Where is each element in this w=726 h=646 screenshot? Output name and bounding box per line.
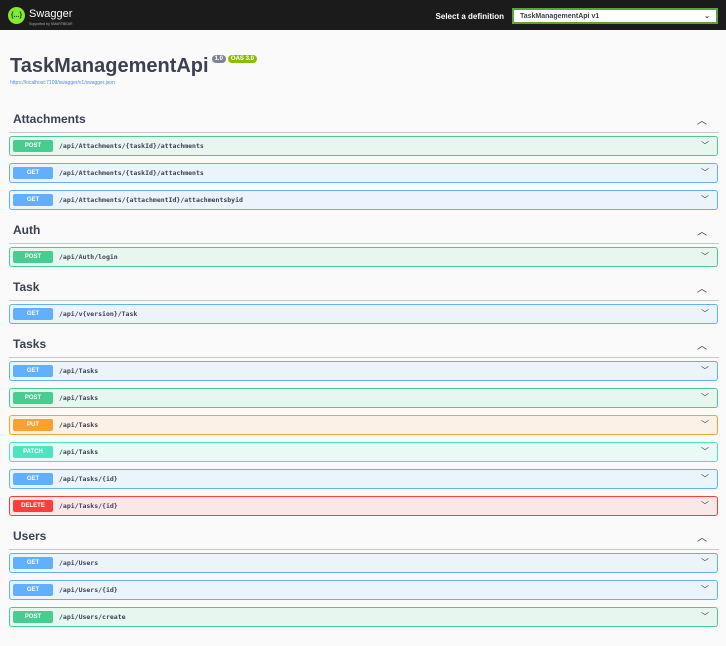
operation-path: /api/Tasks/{id}: [59, 502, 118, 510]
method-badge: GET: [13, 557, 53, 569]
operation-row[interactable]: PUT/api/Tasks ﹀: [9, 415, 718, 435]
method-badge: GET: [13, 584, 53, 596]
chevron-up-icon[interactable]: ︿: [697, 529, 707, 544]
operation-path: /api/Users: [59, 559, 99, 567]
chevron-down-icon[interactable]: ﹀: [701, 365, 709, 376]
operation-path: /api/Tasks: [59, 367, 99, 375]
section-users: Users ︿ GET/api/Users ﹀ GET/api/Users/{id} ﹀ P…: [9, 523, 719, 627]
method-badge: GET: [13, 308, 53, 320]
operation-row[interactable]: POST/api/Tasks ﹀: [9, 388, 718, 408]
chevron-down-icon[interactable]: ﹀: [701, 584, 709, 595]
section-title: Attachments: [13, 112, 86, 126]
chevron-down-icon[interactable]: ﹀: [701, 140, 709, 151]
logo-text: Swagger: [29, 8, 73, 20]
chevron-down-icon[interactable]: ﹀: [701, 167, 709, 178]
section-title: Task: [13, 280, 40, 294]
definition-value: TaskManagementApi v1: [520, 12, 600, 20]
section-auth: Auth ︿ POST/api/Auth/login ﹀: [9, 217, 719, 267]
method-badge: POST: [13, 392, 53, 404]
section-header[interactable]: Auth ︿: [9, 217, 719, 244]
operation-path: /api/Tasks/{id}: [59, 475, 118, 483]
operation-row[interactable]: GET/api/v{version}/Task ﹀: [9, 304, 718, 324]
method-badge: POST: [13, 140, 53, 152]
method-badge: GET: [13, 473, 53, 485]
operation-path: /api/Tasks: [59, 448, 99, 456]
operation-row[interactable]: POST/api/Users/create ﹀: [9, 607, 718, 627]
operation-path: /api/v{version}/Task: [59, 310, 138, 318]
chevron-down-icon[interactable]: ﹀: [701, 473, 709, 484]
section-task: Task ︿ GET/api/v{version}/Task ﹀: [9, 274, 719, 324]
operation-row[interactable]: POST/api/Attachments/{taskId}/attachment…: [9, 136, 718, 156]
chevron-down-icon[interactable]: ﹀: [701, 392, 709, 403]
operation-path: /api/Users/{id}: [59, 586, 118, 594]
operation-row[interactable]: POST/api/Auth/login ﹀: [9, 247, 718, 267]
operation-path: /api/Attachments/{taskId}/attachments: [59, 142, 204, 150]
section-title: Tasks: [13, 337, 47, 351]
operation-row[interactable]: GET/api/Attachments/{attachmentId}/attac…: [9, 190, 718, 210]
section-title: Users: [13, 529, 47, 543]
method-badge: PATCH: [13, 446, 53, 458]
method-badge: GET: [13, 194, 53, 206]
operations-list: Attachments ︿ POST/api/Attachments/{taskId…: [0, 86, 726, 627]
definition-select[interactable]: TaskManagementApi v1 ⌄: [512, 8, 718, 24]
chevron-down-icon[interactable]: ﹀: [701, 419, 709, 430]
version-badge: 1.0: [211, 55, 226, 63]
chevron-up-icon[interactable]: ︿: [697, 223, 707, 238]
operation-row[interactable]: DELETE/api/Tasks/{id} ﹀: [9, 496, 718, 516]
logo-subtext: Supported by SMARTBEAR: [29, 22, 73, 26]
chevron-up-icon[interactable]: ︿: [697, 337, 707, 352]
operation-path: /api/Users/create: [59, 613, 126, 621]
operation-path: /api/Attachments/{taskId}/attachments: [59, 169, 204, 177]
operation-row[interactable]: GET/api/Users ﹀: [9, 553, 718, 573]
section-tasks: Tasks ︿ GET/api/Tasks ﹀ POST/api/Tasks ﹀ PUT/a…: [9, 331, 719, 516]
operation-path: /api/Tasks: [59, 421, 99, 429]
chevron-down-icon: ⌄: [704, 13, 710, 20]
chevron-down-icon[interactable]: ﹀: [701, 446, 709, 457]
chevron-down-icon[interactable]: ﹀: [701, 557, 709, 568]
section-header[interactable]: Task ︿: [9, 274, 719, 301]
section-attachments: Attachments ︿ POST/api/Attachments/{taskId…: [9, 106, 719, 210]
page-title: TaskManagementApi: [10, 55, 209, 77]
top-bar: {...} Swagger Supported by SMARTBEAR Sele…: [0, 0, 726, 30]
method-badge: POST: [13, 611, 53, 623]
operation-row[interactable]: GET/api/Attachments/{taskId}/attachments…: [9, 163, 718, 183]
section-header[interactable]: Users ︿: [9, 523, 719, 550]
definition-label: Select a definition: [435, 11, 504, 21]
operation-row[interactable]: GET/api/Users/{id} ﹀: [9, 580, 718, 600]
chevron-down-icon[interactable]: ﹀: [701, 251, 709, 262]
method-badge: PUT: [13, 419, 53, 431]
method-badge: GET: [13, 167, 53, 179]
method-badge: GET: [13, 365, 53, 377]
operation-path: /api/Auth/login: [59, 253, 118, 261]
api-info: TaskManagementApi 1.0 OAS 3.0 https://lo…: [0, 30, 726, 86]
section-title: Auth: [13, 223, 41, 237]
chevron-up-icon[interactable]: ︿: [697, 280, 707, 295]
chevron-down-icon[interactable]: ﹀: [701, 500, 709, 511]
method-badge: POST: [13, 251, 53, 263]
section-header[interactable]: Attachments ︿: [9, 106, 719, 133]
chevron-up-icon[interactable]: ︿: [697, 112, 707, 127]
method-badge: DELETE: [13, 500, 53, 512]
operation-row[interactable]: GET/api/Tasks ﹀: [9, 361, 718, 381]
operation-row[interactable]: PATCH/api/Tasks ﹀: [9, 442, 718, 462]
operation-path: /api/Tasks: [59, 394, 99, 402]
section-header[interactable]: Tasks ︿: [9, 331, 719, 358]
chevron-down-icon[interactable]: ﹀: [701, 611, 709, 622]
chevron-down-icon[interactable]: ﹀: [701, 308, 709, 319]
chevron-down-icon[interactable]: ﹀: [701, 194, 709, 205]
operation-path: /api/Attachments/{attachmentId}/attachme…: [59, 196, 243, 204]
swagger-logo[interactable]: {...} Swagger Supported by SMARTBEAR: [8, 4, 73, 26]
operation-row[interactable]: GET/api/Tasks/{id} ﹀: [9, 469, 718, 489]
oas-badge: OAS 3.0: [227, 55, 257, 63]
swagger-logo-icon: {...}: [8, 6, 25, 24]
